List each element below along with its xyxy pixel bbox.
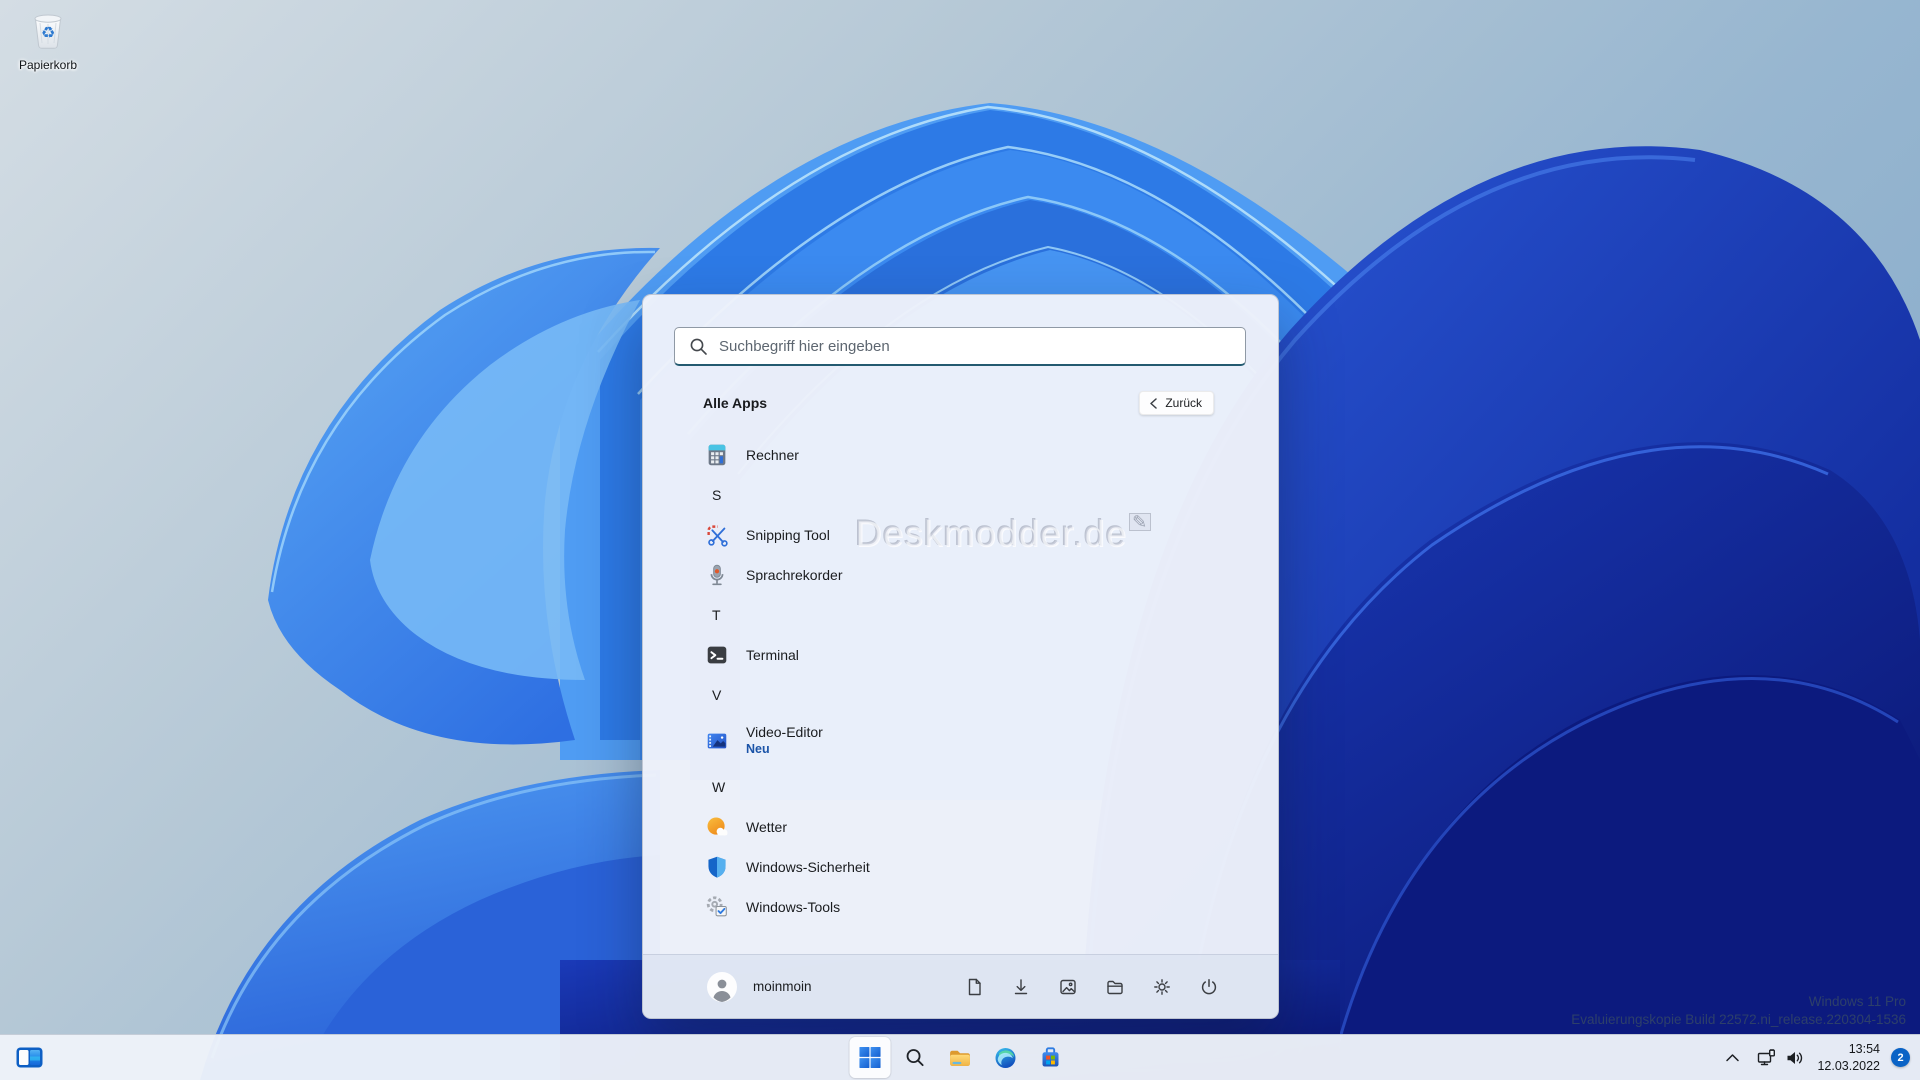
taskbar-search-button[interactable] (895, 1037, 936, 1078)
widgets-button[interactable] (12, 1042, 46, 1073)
user-name: moinmoin (753, 979, 812, 994)
section-letter-s[interactable]: S (703, 475, 1218, 515)
app-label: Terminal (746, 647, 799, 663)
speaker-icon (1787, 1051, 1803, 1064)
section-letter-w[interactable]: W (703, 767, 1218, 807)
security-shield-icon (703, 853, 731, 881)
screen: ♻ Papierkorb Alle Apps Zurück (0, 0, 1920, 1080)
app-item-snipping-tool[interactable]: Snipping Tool (703, 515, 1218, 555)
section-letter-t[interactable]: T (703, 595, 1218, 635)
tray-chevron-up-button[interactable] (1721, 1049, 1744, 1066)
weather-icon (703, 813, 731, 841)
notification-count-badge[interactable]: 2 (1891, 1048, 1910, 1067)
power-icon[interactable] (1196, 973, 1222, 1001)
video-editor-icon (703, 727, 731, 755)
search-box (674, 327, 1246, 366)
documents-icon[interactable] (961, 973, 987, 1001)
chevron-up-icon (1726, 1054, 1740, 1062)
start-menu: Alle Apps Zurück (642, 294, 1279, 1019)
app-item-windows-sicherheit[interactable]: Windows-Sicherheit (703, 847, 1218, 887)
recycle-bin-desktop-icon[interactable]: ♻ Papierkorb (8, 10, 88, 72)
snipping-tool-icon (703, 521, 731, 549)
app-item-rechner[interactable]: Rechner (703, 435, 1218, 475)
start-menu-footer: moinmoin (643, 954, 1278, 1018)
app-label: Wetter (746, 819, 787, 835)
store-button[interactable] (1030, 1037, 1071, 1078)
section-letter-v[interactable]: V (703, 675, 1218, 715)
taskbar-search-icon (906, 1049, 924, 1067)
taskbar: 13:54 12.03.2022 2 (0, 1034, 1920, 1080)
user-avatar (707, 971, 737, 1002)
pictures-icon[interactable] (1055, 973, 1081, 1001)
search-input[interactable] (674, 327, 1246, 366)
footer-icons (961, 973, 1222, 1001)
tray-time: 13:54 (1848, 1042, 1880, 1057)
tray-date: 12.03.2022 (1817, 1058, 1880, 1073)
all-apps-header: Alle Apps Zurück (703, 390, 1214, 416)
voice-recorder-icon (703, 561, 731, 589)
taskbar-center (849, 1037, 1071, 1078)
start-button[interactable] (849, 1037, 891, 1078)
downloads-icon[interactable] (1008, 973, 1034, 1001)
edge-button[interactable] (985, 1037, 1026, 1078)
file-explorer-button[interactable] (940, 1037, 981, 1078)
user-button[interactable]: moinmoin (707, 971, 812, 1002)
file-explorer-folder-icon[interactable] (1102, 973, 1128, 1001)
chevron-left-icon (1150, 397, 1158, 409)
app-item-terminal[interactable]: Terminal (703, 635, 1218, 675)
clock[interactable]: 13:54 12.03.2022 (1817, 1041, 1880, 1074)
terminal-icon (703, 641, 731, 669)
back-button[interactable]: Zurück (1139, 391, 1214, 415)
neu-badge: Neu (746, 741, 770, 756)
app-label: Sprachrekorder (746, 567, 843, 583)
app-label: Rechner (746, 447, 799, 463)
app-label: Windows-Sicherheit (746, 859, 870, 875)
widgets-icon (16, 1047, 42, 1068)
recycle-bin-label: Papierkorb (18, 58, 78, 72)
svg-text:♻: ♻ (41, 23, 55, 42)
calculator-icon (703, 441, 731, 469)
system-tray: 13:54 12.03.2022 2 (1721, 1035, 1910, 1080)
edge-icon (995, 1047, 1015, 1068)
windows-start-icon (859, 1046, 881, 1069)
app-label: Windows-Tools (746, 899, 841, 915)
network-icon (1758, 1048, 1776, 1065)
settings-gear-icon[interactable] (1149, 973, 1175, 1001)
app-list: Rechner S Snipping Tool Sprachrekorder T… (643, 435, 1278, 954)
microsoft-store-icon (1042, 1046, 1058, 1066)
app-item-video-editor[interactable]: Video-Editor Neu (703, 715, 1218, 767)
app-item-sprachrekorder[interactable]: Sprachrekorder (703, 555, 1218, 595)
file-explorer-icon (950, 1050, 970, 1066)
back-button-label: Zurück (1165, 396, 1202, 410)
app-item-wetter[interactable]: Wetter (703, 807, 1218, 847)
network-volume-button[interactable] (1755, 1045, 1806, 1071)
recycle-bin-icon: ♻ (26, 10, 70, 52)
all-apps-title: Alle Apps (703, 395, 768, 411)
windows-tools-icon (703, 893, 731, 921)
app-label: Snipping Tool (746, 527, 830, 543)
app-label: Video-Editor (746, 724, 823, 741)
app-item-windows-tools[interactable]: Windows-Tools (703, 887, 1218, 927)
